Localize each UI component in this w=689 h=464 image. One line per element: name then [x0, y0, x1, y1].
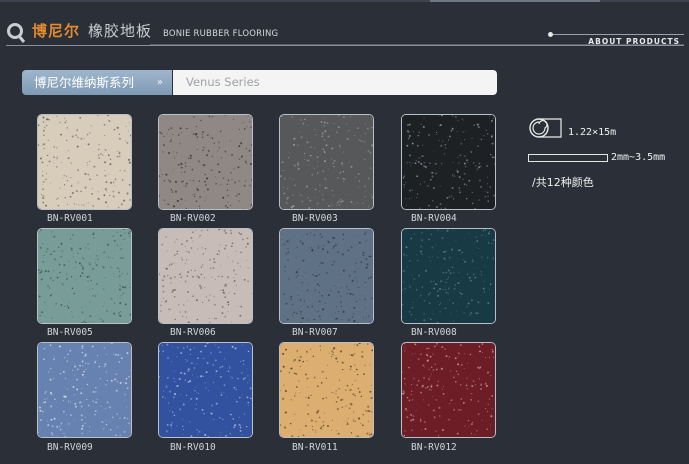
brand-subtitle: BONIE RUBBER FLOORING: [163, 29, 279, 39]
product-code: BN-RV011: [292, 442, 338, 453]
product-swatch[interactable]: [158, 114, 253, 210]
product-code: BN-RV002: [170, 213, 216, 224]
top-rule: [0, 0, 689, 2]
product-swatch[interactable]: [401, 342, 496, 438]
product-swatch[interactable]: [279, 114, 374, 210]
product-code: BN-RV009: [47, 442, 93, 453]
spec-size: 1.22×15m: [568, 127, 617, 138]
product-swatch[interactable]: [37, 114, 132, 210]
product-code: BN-RV007: [292, 327, 338, 338]
brand-name: 博尼尔: [32, 22, 81, 40]
product-swatch[interactable]: [37, 228, 132, 324]
product-code: BN-RV005: [47, 327, 93, 338]
product-code: BN-RV001: [47, 213, 93, 224]
magnifier-logo-icon: [7, 23, 26, 43]
thickness-bar-icon: [528, 154, 608, 162]
top-rule-highlight: [430, 0, 600, 2]
brand-title: 博尼尔 橡胶地板: [32, 20, 152, 41]
header-divider: [6, 45, 684, 46]
product-code: BN-RV003: [292, 213, 338, 224]
series-name-field: Venus Series: [173, 70, 497, 95]
product-swatch[interactable]: [279, 228, 374, 324]
product-code: BN-RV004: [411, 213, 457, 224]
product-swatch[interactable]: [401, 114, 496, 210]
product-code: BN-RV012: [411, 442, 457, 453]
series-button[interactable]: 博尼尔维纳斯系列 »: [22, 70, 172, 95]
roll-icon: [529, 118, 562, 138]
about-label: ABOUT PRODUCTS: [588, 37, 680, 46]
product-code: BN-RV008: [411, 327, 457, 338]
about-rule: [553, 34, 684, 35]
spec-thickness: 2mm~3.5mm: [611, 152, 666, 163]
product-swatch[interactable]: [279, 342, 374, 438]
double-chevron-right-icon: »: [156, 77, 163, 88]
about-products-link[interactable]: ABOUT PRODUCTS: [548, 30, 684, 46]
spec-colors: /共12种颜色: [532, 176, 594, 189]
product-swatch[interactable]: [158, 342, 253, 438]
product-swatch[interactable]: [158, 228, 253, 324]
product-swatch[interactable]: [37, 342, 132, 438]
series-button-label: 博尼尔维纳斯系列: [34, 75, 135, 90]
brand-product: 橡胶地板: [88, 22, 153, 40]
series-bar: 博尼尔维纳斯系列 » Venus Series: [22, 70, 497, 95]
product-swatch[interactable]: [401, 228, 496, 324]
product-code: BN-RV006: [170, 327, 216, 338]
product-code: BN-RV010: [170, 442, 216, 453]
